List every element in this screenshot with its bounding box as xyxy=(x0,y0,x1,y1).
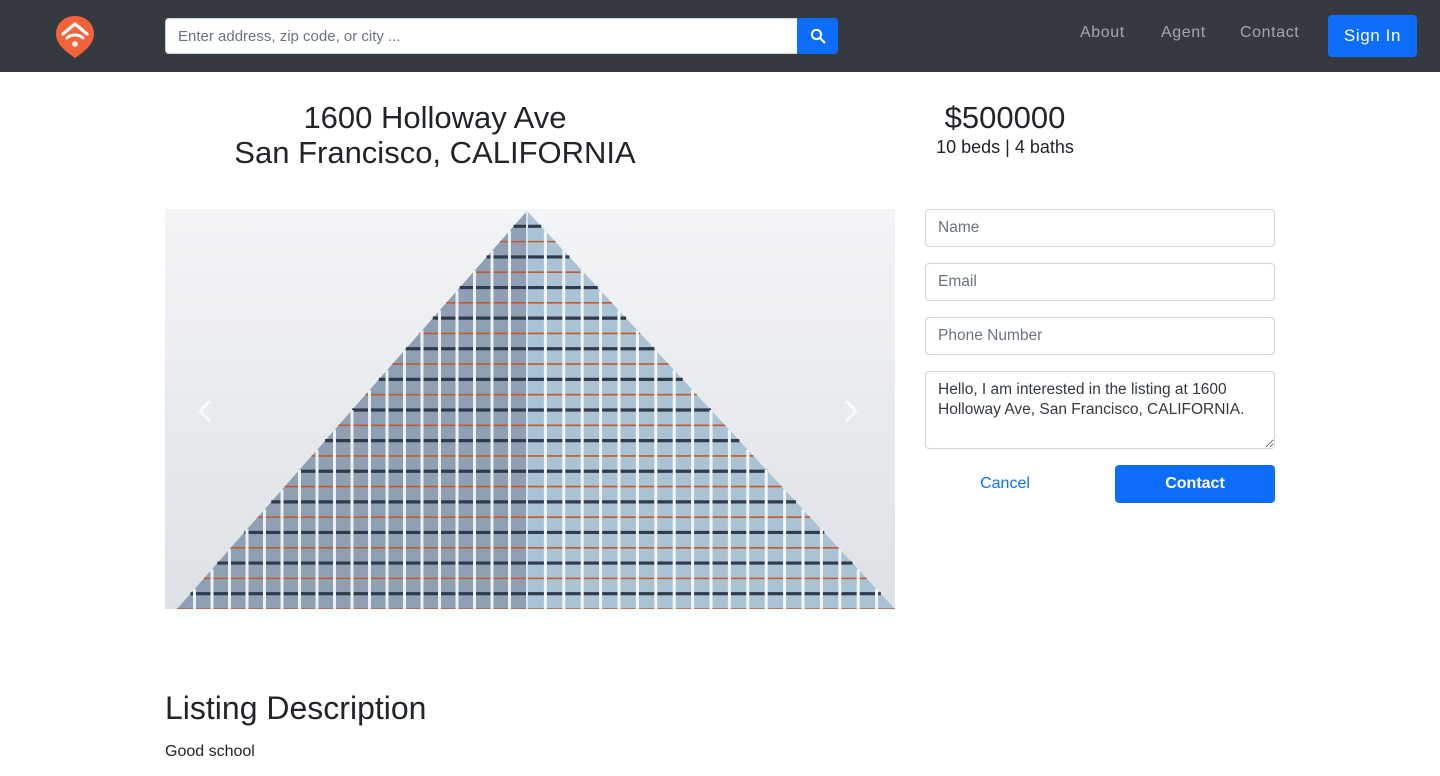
cancel-button[interactable]: Cancel xyxy=(925,465,1085,503)
navbar: About Agent Contact Sign In xyxy=(0,0,1440,72)
phone-field[interactable] xyxy=(925,317,1275,355)
email-field[interactable] xyxy=(925,263,1275,301)
search-bar xyxy=(165,18,838,54)
search-input[interactable] xyxy=(165,18,797,54)
nav-link-about[interactable]: About xyxy=(1080,24,1125,42)
description-text: Good school xyxy=(165,743,255,760)
search-button[interactable] xyxy=(797,18,838,54)
chevron-left-icon[interactable] xyxy=(195,399,215,423)
listing-photo xyxy=(165,209,895,609)
contact-button[interactable]: Contact xyxy=(1115,465,1275,503)
nav-link-contact[interactable]: Contact xyxy=(1240,24,1299,42)
description-title: Listing Description xyxy=(165,690,427,726)
chevron-right-icon[interactable] xyxy=(841,399,861,423)
nav-link-agent[interactable]: Agent xyxy=(1161,24,1206,42)
price-block: $500000 10 beds | 4 baths xyxy=(895,100,1115,158)
listing-price: $500000 xyxy=(944,100,1066,135)
photo-carousel[interactable] xyxy=(165,209,895,609)
search-icon xyxy=(810,28,825,44)
address-line-street: 1600 Holloway Ave xyxy=(303,100,567,135)
address-line-city: San Francisco, CALIFORNIA xyxy=(234,135,636,170)
listing-address: 1600 Holloway Ave San Francisco, CALIFOR… xyxy=(165,100,705,170)
sign-in-button[interactable]: Sign In xyxy=(1328,15,1417,57)
message-textarea[interactable]: Hello, I am interested in the listing at… xyxy=(925,371,1275,449)
home-pin-logo-icon[interactable] xyxy=(54,14,96,60)
listing-specs: 10 beds | 4 baths xyxy=(936,137,1074,157)
name-field[interactable] xyxy=(925,209,1275,247)
